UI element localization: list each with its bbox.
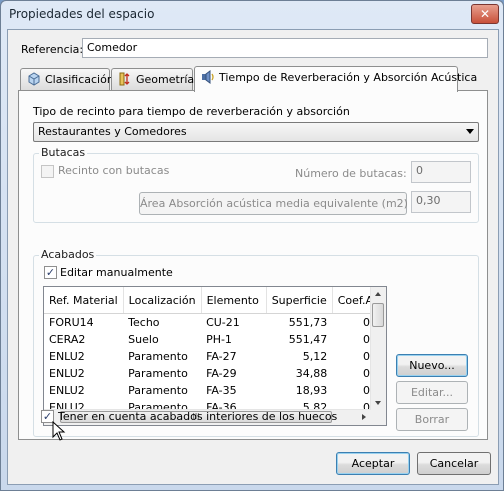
cancelar-button[interactable]: Cancelar xyxy=(417,452,491,475)
cell-elemento: FA-29 xyxy=(206,367,237,380)
scroll-corner xyxy=(370,410,386,425)
tab-panel-reverberacion: Tipo de recinto para tiempo de reverbera… xyxy=(18,90,488,440)
cell-elemento: CU-21 xyxy=(206,316,240,329)
col-header-elemento[interactable]: Elemento xyxy=(201,287,267,314)
scroll-down-icon[interactable] xyxy=(375,401,381,405)
nuevo-button[interactable]: Nuevo... xyxy=(396,354,468,377)
recinto-label: Tipo de recinto para tiempo de reverbera… xyxy=(33,105,350,118)
tab-clasificacion[interactable]: Clasificación xyxy=(20,68,114,90)
tab-label: Geometría xyxy=(136,73,195,86)
table-row[interactable]: ENLU2 Paramento FA-27 5,12 0,0 xyxy=(44,348,386,365)
scroll-right-icon[interactable] xyxy=(362,414,366,420)
close-button[interactable]: ✕ xyxy=(471,4,499,24)
editar-manualmente-checkbox[interactable]: ✓ xyxy=(44,266,57,279)
cell-superficie: 551,73 xyxy=(288,316,328,329)
vertical-scroll-thumb[interactable] xyxy=(372,303,384,327)
borrar-button[interactable]: Borrar xyxy=(396,408,468,431)
cell-elemento: FA-27 xyxy=(206,350,237,363)
referencia-input[interactable]: Comedor xyxy=(82,38,488,58)
window-title: Propiedades del espacio xyxy=(9,7,155,21)
dialog-body: Referencia: Comedor Clasificación Geomet… xyxy=(7,29,499,485)
speaker-icon xyxy=(201,70,215,87)
editar-button[interactable]: Editar... xyxy=(396,381,468,404)
table-row[interactable]: FORU14 Techo CU-21 551,73 0,0 xyxy=(44,314,386,332)
cell-superficie: 5,12 xyxy=(302,350,328,363)
editar-manualmente-label: Editar manualmente xyxy=(60,266,173,279)
cell-elemento: FA-35 xyxy=(206,384,237,397)
col-header-localizacion[interactable]: Localización xyxy=(123,287,202,314)
recinto-selected-value: Restaurantes y Comedores xyxy=(38,125,187,138)
tab-reverberacion[interactable]: Tiempo de Reverberación y Absorción Acús… xyxy=(194,66,477,92)
tab-label: Tiempo de Reverberación y Absorción Acús… xyxy=(219,71,478,84)
cell-ref-material: FORU14 xyxy=(49,316,94,329)
dialog-window: Propiedades del espacio ✕ Referencia: Co… xyxy=(0,0,504,491)
table-header: Ref. Material Localización Elemento Supe… xyxy=(44,287,386,314)
aceptar-button[interactable]: Aceptar xyxy=(336,452,410,475)
cell-superficie: 34,88 xyxy=(295,367,328,380)
huecos-label: Tener en cuenta acabados interiores de l… xyxy=(58,410,338,423)
cell-elemento: PH-1 xyxy=(206,333,232,346)
area-absorcion-input[interactable]: 0,30 xyxy=(411,191,471,213)
butacas-checkbox[interactable] xyxy=(41,165,54,178)
chevron-down-icon xyxy=(466,129,474,134)
numero-butacas-label: Número de butacas: xyxy=(295,167,407,180)
acabados-table[interactable]: Ref. Material Localización Elemento Supe… xyxy=(43,286,387,426)
cell-localizacion: Suelo xyxy=(128,333,159,346)
numero-butacas-input[interactable]: 0 xyxy=(411,161,471,183)
cell-ref-material: ENLU2 xyxy=(49,367,85,380)
cube-icon xyxy=(27,72,41,89)
table-row[interactable]: CERA2 Suelo PH-1 551,47 0,0 xyxy=(44,331,386,348)
cell-localizacion: Paramento xyxy=(128,350,188,363)
referencia-label: Referencia: xyxy=(21,43,84,56)
mouse-cursor-icon xyxy=(52,420,66,444)
scroll-up-icon[interactable] xyxy=(375,292,381,296)
recinto-select[interactable]: Restaurantes y Comedores xyxy=(33,122,479,142)
cell-localizacion: Techo xyxy=(128,316,160,329)
butacas-legend: Butacas xyxy=(39,146,88,159)
tab-geometria[interactable]: Geometría xyxy=(111,68,195,90)
cell-ref-material: ENLU2 xyxy=(49,350,85,363)
col-header-ref-material[interactable]: Ref. Material xyxy=(44,287,124,314)
table-row[interactable]: ENLU2 Paramento FA-29 34,88 0,0 xyxy=(44,365,386,382)
cell-superficie: 551,47 xyxy=(288,333,328,346)
butacas-checkbox-label: Recinto con butacas xyxy=(58,164,170,177)
area-absorcion-button[interactable]: Área Absorción acústica media equivalent… xyxy=(139,192,408,215)
title-bar[interactable]: Propiedades del espacio ✕ xyxy=(1,1,503,27)
col-header-superficie[interactable]: Superficie xyxy=(266,287,333,314)
cell-localizacion: Paramento xyxy=(128,367,188,380)
cell-ref-material: CERA2 xyxy=(49,333,86,346)
vertical-scrollbar[interactable] xyxy=(370,287,386,410)
ruler-arrows-icon xyxy=(118,72,132,89)
acabados-legend: Acabados xyxy=(39,248,97,261)
cell-superficie: 18,93 xyxy=(295,384,328,397)
cell-localizacion: Paramento xyxy=(128,384,188,397)
cell-ref-material: ENLU2 xyxy=(49,384,85,397)
table-row[interactable]: ENLU2 Paramento FA-35 18,93 0,0 xyxy=(44,382,386,399)
tab-label: Clasificación xyxy=(45,73,114,86)
